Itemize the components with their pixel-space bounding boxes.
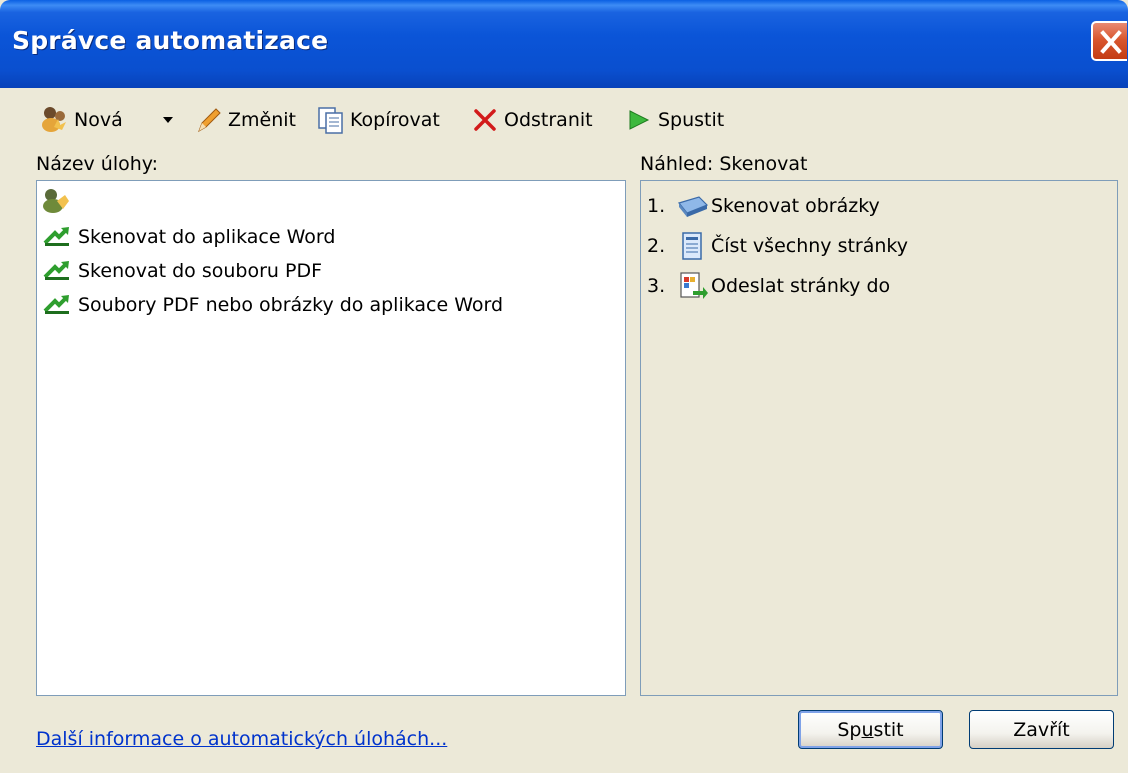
close-window-button[interactable] xyxy=(1091,21,1127,61)
window-title: Správce automatizace xyxy=(12,26,329,55)
task-arrow-icon xyxy=(41,223,75,251)
close-icon xyxy=(1100,30,1122,54)
task-label: Skenovat do souboru PDF xyxy=(78,260,323,282)
preview-step: 3. Odeslat stránky do xyxy=(647,269,890,303)
task-item-scan-to-word[interactable]: Skenovat do aplikace Word xyxy=(41,221,338,253)
step-number: 1. xyxy=(647,195,666,217)
new-task-icon xyxy=(40,105,70,135)
automation-manager-dialog: Správce automatizace Nová Změnit Kopírov… xyxy=(0,0,1128,773)
copy-task-button[interactable]: Kopírovat xyxy=(316,100,440,140)
run-task-button[interactable]: Spustit xyxy=(624,100,724,140)
custom-task-icon xyxy=(41,187,75,215)
task-list[interactable]: Skenovat Skenovat do aplikace Word Skeno… xyxy=(36,180,626,696)
new-task-button[interactable]: Nová xyxy=(40,100,123,140)
task-arrow-icon xyxy=(41,257,75,285)
step-number: 2. xyxy=(647,235,666,257)
task-preview-panel: 1. Skenovat obrázky 2. Číst všechny strá… xyxy=(640,180,1118,696)
delete-task-button[interactable]: Odstranit xyxy=(470,100,593,140)
copy-icon xyxy=(316,105,346,135)
chevron-down-icon xyxy=(163,117,173,123)
new-task-dropdown[interactable] xyxy=(162,100,174,140)
step-label: Číst všechny stránky xyxy=(711,235,908,257)
title-bar[interactable]: Správce automatizace xyxy=(0,0,1128,88)
pencil-icon xyxy=(194,105,224,135)
document-icon xyxy=(677,231,711,261)
task-item-scan[interactable]: Skenovat xyxy=(41,185,169,217)
copy-task-label: Kopírovat xyxy=(350,109,440,131)
new-task-label: Nová xyxy=(74,109,123,131)
toolbar: Nová Změnit Kopírovat Odstranit Spustit xyxy=(40,100,940,140)
task-label: Soubory PDF nebo obrázky do aplikace Wor… xyxy=(78,294,504,316)
edit-task-button[interactable]: Změnit xyxy=(194,100,296,140)
task-arrow-icon xyxy=(41,291,75,319)
task-name-header: Název úlohy: xyxy=(36,153,159,175)
close-button-label: Zavřít xyxy=(1013,718,1070,741)
task-item-pdf-to-word[interactable]: Soubory PDF nebo obrázky do aplikace Wor… xyxy=(41,289,506,321)
preview-step: 2. Číst všechny stránky xyxy=(647,229,908,263)
delete-icon xyxy=(470,105,500,135)
run-task-label: Spustit xyxy=(658,109,725,131)
close-button[interactable]: Zavřít xyxy=(969,710,1114,749)
preview-step: 1. Skenovat obrázky xyxy=(647,189,880,223)
step-label: Odeslat stránky do xyxy=(711,275,891,297)
delete-task-label: Odstranit xyxy=(504,109,593,131)
task-item-scan-to-pdf[interactable]: Skenovat do souboru PDF xyxy=(41,255,325,287)
step-number: 3. xyxy=(647,275,666,297)
edit-task-label: Změnit xyxy=(228,109,296,131)
task-label: Skenovat do aplikace Word xyxy=(78,226,336,248)
send-pages-icon xyxy=(677,271,711,301)
run-button[interactable]: Spustit xyxy=(798,710,943,749)
play-icon xyxy=(624,105,654,135)
task-label: Skenovat xyxy=(78,190,167,212)
more-info-link[interactable]: Další informace o automatických úlohách.… xyxy=(36,728,447,750)
run-button-label: Spustit xyxy=(837,718,904,741)
scanner-icon xyxy=(677,191,711,221)
step-label: Skenovat obrázky xyxy=(711,195,880,217)
preview-header: Náhled: Skenovat xyxy=(640,153,808,175)
